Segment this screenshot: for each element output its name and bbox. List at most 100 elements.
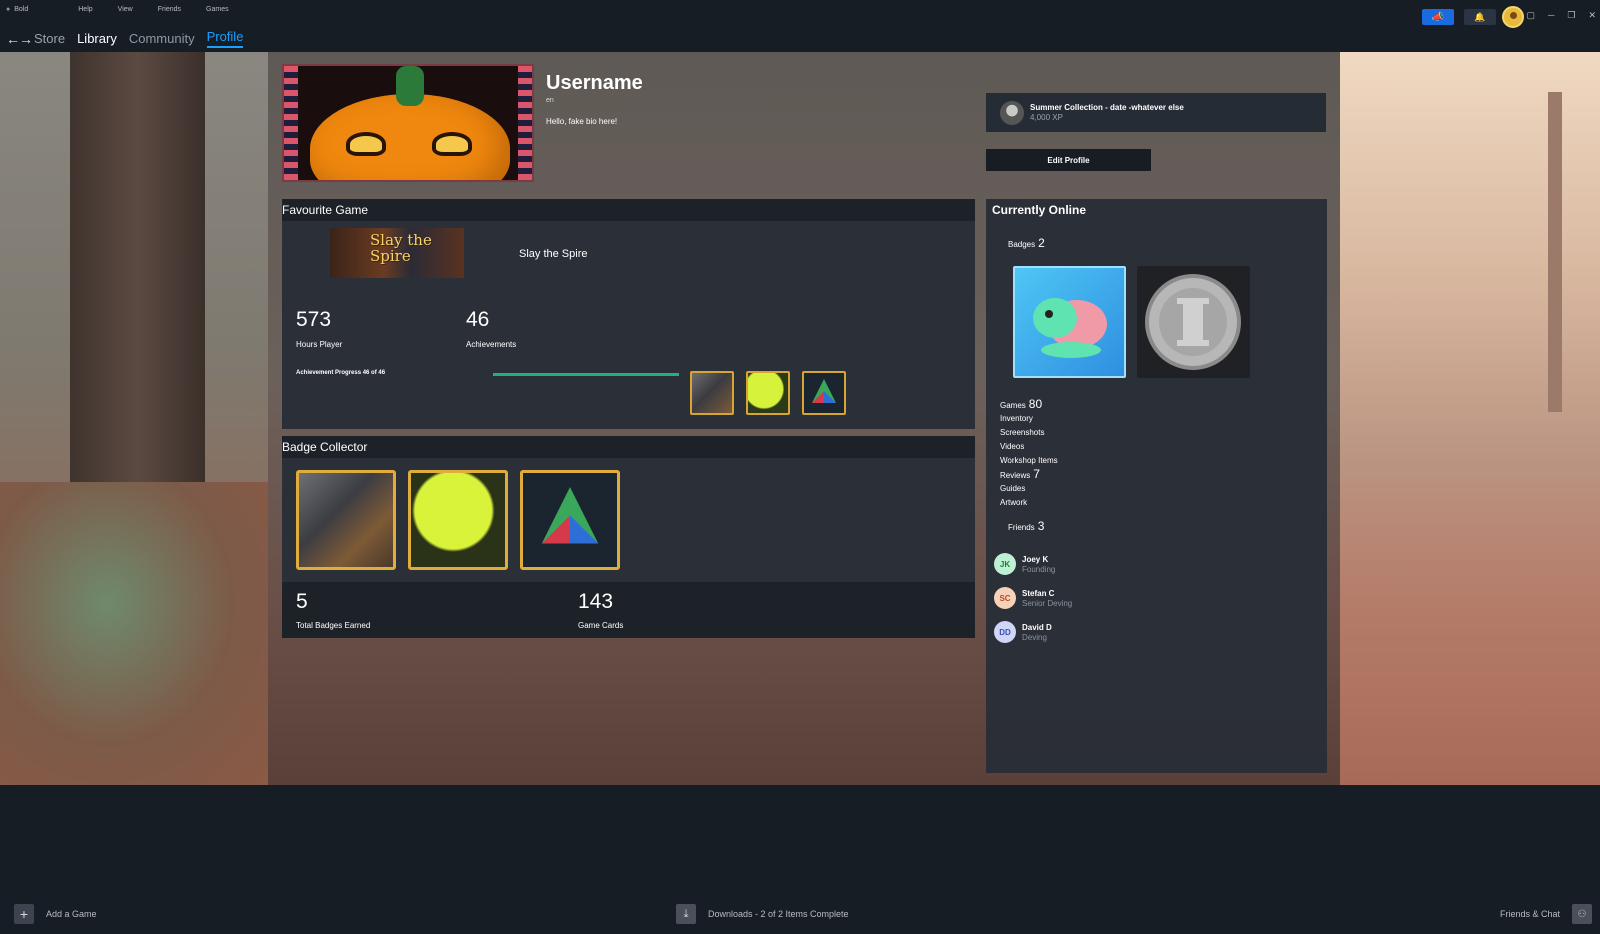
achievements-value: 46 [466, 308, 490, 331]
avatar-border-right [518, 66, 532, 180]
background-pole [1548, 92, 1562, 412]
favourite-game-name[interactable]: Slay the Spire [519, 248, 587, 260]
add-game-button[interactable]: + Add a Game [14, 904, 97, 924]
friend-item[interactable]: DD David D Deving [994, 621, 1052, 643]
friend-item[interactable]: SC Stefan C Senior Deving [994, 587, 1072, 609]
downloads-label: Downloads - 2 of 2 Items Complete [708, 909, 849, 919]
link-screenshots[interactable]: Screenshots [1000, 428, 1044, 437]
link-artwork[interactable]: Artwork [1000, 498, 1027, 507]
back-forward-icon[interactable]: ←→ [6, 31, 33, 47]
slime-icon[interactable] [408, 470, 508, 570]
menu-item-view[interactable]: View [118, 6, 133, 13]
hours-played-label: Hours Player [296, 340, 343, 349]
profile-language: en [546, 97, 554, 104]
link-videos[interactable]: Videos [1000, 442, 1024, 451]
pumpkin-eye-right [432, 132, 472, 156]
tab-store[interactable]: Store [34, 31, 65, 46]
menu-item-help[interactable]: Help [78, 6, 92, 13]
pumpkin-icon [310, 94, 510, 180]
badge-collector-heading: Badge Collector [282, 436, 975, 458]
triangle-gem-svg [541, 487, 599, 544]
turtle-icon[interactable] [1013, 266, 1126, 378]
friend-status: Founding [1022, 564, 1056, 574]
tab-profile[interactable]: Profile [206, 29, 244, 48]
friend-avatar: SC [994, 587, 1016, 609]
add-game-label: Add a Game [46, 909, 97, 919]
slime-icon[interactable] [746, 371, 790, 415]
app-logo-icon: ● [6, 6, 11, 13]
megaphone-icon: 📣 [1431, 11, 1445, 23]
maximize-icon[interactable]: ❐ [1567, 10, 1575, 21]
avatar-border-left [284, 66, 298, 180]
downloads-button[interactable]: ⤓ Downloads - 2 of 2 Items Complete [676, 904, 849, 924]
picture-in-picture-icon[interactable]: ▢ [1526, 10, 1535, 21]
game-cards-value: 143 [578, 590, 614, 613]
bell-icon: 🔔 [1474, 11, 1486, 22]
announcement-button[interactable]: 📣 [1422, 9, 1454, 25]
pumpkin-eye-left [346, 132, 386, 156]
link-guides[interactable]: Guides [1000, 484, 1025, 493]
column-coin-icon[interactable] [1137, 266, 1250, 378]
achievement-progress-bar [493, 373, 679, 376]
friend-avatar: JK [994, 553, 1016, 575]
collection-title: Summer Collection - date -whatever else [1030, 103, 1184, 112]
plus-icon: + [14, 904, 34, 924]
collection-xp: 4,000 XP [1030, 113, 1063, 122]
profile-avatar [282, 64, 534, 182]
friend-avatar: DD [994, 621, 1016, 643]
currently-online-panel: Currently Online Badges 2 Games 80 Invento… [986, 199, 1327, 773]
friend-name: Stefan C [1022, 588, 1055, 598]
friend-status: Deving [1022, 632, 1047, 642]
friends-stat[interactable]: Friends 3 [1008, 519, 1044, 533]
triangle-gem-icon[interactable] [802, 371, 846, 415]
coin-svg [1145, 274, 1241, 370]
total-badges-label: Total Badges Earned [296, 621, 371, 630]
status-bar: + Add a Game ⤓ Downloads - 2 of 2 Items … [0, 900, 1600, 934]
friends-chat-button[interactable]: Friends & Chat ⚇ [1500, 904, 1592, 924]
menu-item-bold[interactable]: ● Bold [6, 6, 53, 13]
edit-profile-button[interactable]: Edit Profile [986, 149, 1151, 171]
achievement-progress-fill [493, 373, 679, 376]
close-icon[interactable]: ✕ [1588, 10, 1596, 21]
download-icon: ⤓ [676, 904, 696, 924]
badge-collector-panel: Badge Collector 5 Total Badges Earned 14… [282, 436, 975, 638]
total-badges-value: 5 [296, 590, 308, 613]
profile-bio: Hello, fake bio here! [546, 117, 618, 126]
friend-item[interactable]: JK Joey K Founding [994, 553, 1055, 575]
turtle-svg [1033, 298, 1107, 358]
friends-chat-icon: ⚇ [1572, 904, 1592, 924]
reviews-stat[interactable]: Reviews 7 [1000, 467, 1040, 481]
armor-icon[interactable] [296, 470, 396, 570]
favourite-game-thumbnail[interactable]: Slay the Spire [330, 228, 464, 278]
armor-icon[interactable] [690, 371, 734, 415]
achievements-label: Achievements [466, 340, 517, 349]
menu-item-friends[interactable]: Friends [158, 6, 181, 13]
favourite-game-heading: Favourite Game [282, 199, 975, 221]
notifications-button[interactable]: 🔔 [1464, 9, 1496, 25]
currently-online-heading: Currently Online [992, 203, 1087, 217]
thumbnail-title: Slay the Spire [370, 231, 432, 265]
tab-community[interactable]: Community [129, 31, 195, 46]
hours-played-value: 573 [296, 308, 332, 331]
badges-stat[interactable]: Badges 2 [1008, 236, 1045, 250]
background-tree-trunk [70, 52, 205, 552]
user-avatar[interactable] [1502, 6, 1524, 28]
badge-collector-stats: 5 Total Badges Earned 143 Game Cards [282, 582, 975, 638]
favourite-game-panel: Favourite Game Slay the Spire Slay the S… [282, 199, 975, 429]
minimize-icon[interactable]: ─ [1548, 10, 1554, 21]
title-bar: ● Bold Help View Friends Games ←→ Store L… [0, 0, 1600, 52]
games-stat[interactable]: Games 80 [1000, 397, 1042, 411]
game-cards-label: Game Cards [578, 621, 624, 630]
window-controls: ▢ ─ ❐ ✕ [1526, 10, 1596, 21]
collection-badge-card[interactable]: Summer Collection - date -whatever else … [986, 93, 1326, 132]
main-nav: ←→ Store Library Community Profile [6, 29, 255, 48]
menu-item-games[interactable]: Games [206, 6, 229, 13]
link-workshop-items[interactable]: Workshop Items [1000, 456, 1058, 465]
friend-status: Senior Deving [1022, 598, 1073, 608]
triangle-gem-icon[interactable] [520, 470, 620, 570]
pumpkin-stem [396, 66, 424, 106]
tab-library[interactable]: Library [77, 31, 117, 46]
menu-bar: ● Bold Help View Friends Games [6, 6, 254, 13]
friends-chat-label: Friends & Chat [1499, 909, 1560, 919]
link-inventory[interactable]: Inventory [1000, 414, 1033, 423]
